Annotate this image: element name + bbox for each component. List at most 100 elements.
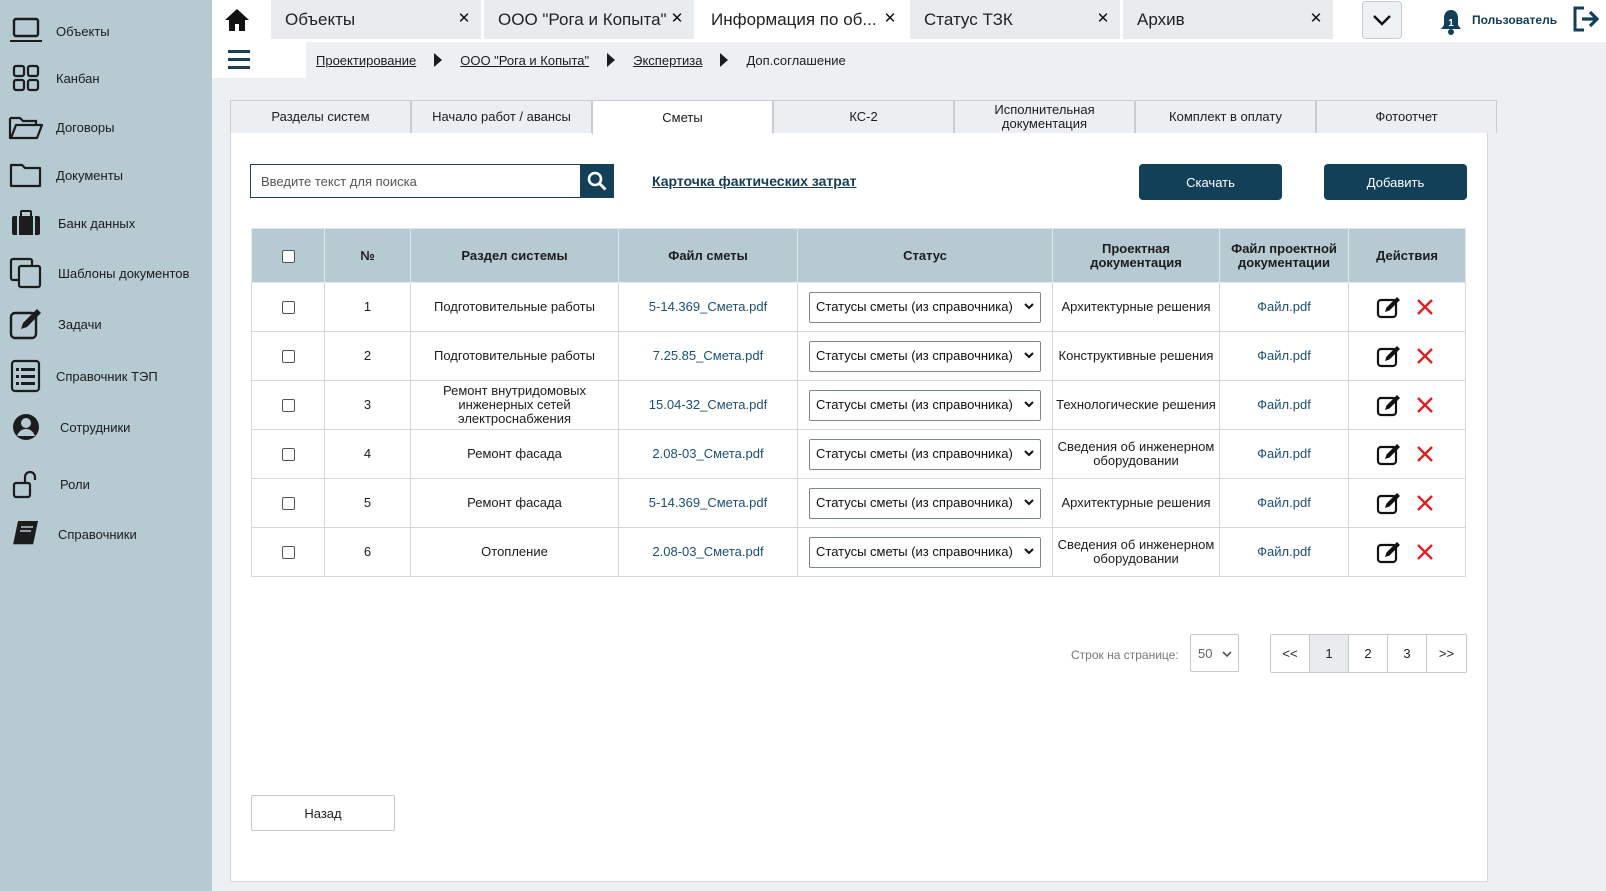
project-file-link[interactable]: Файл.pdf (1257, 544, 1311, 559)
project-file-link[interactable]: Файл.pdf (1257, 299, 1311, 314)
user-menu[interactable]: Пользователь (1472, 13, 1557, 27)
close-icon[interactable]: ✕ (1096, 11, 1110, 27)
logout-icon[interactable] (1572, 6, 1602, 34)
col-header-project-doc[interactable]: Проектная документация (1052, 228, 1220, 283)
edit-icon[interactable] (1376, 294, 1402, 320)
row-checkbox[interactable] (281, 350, 295, 364)
tab-estimates[interactable]: Сметы (592, 100, 773, 134)
close-icon[interactable]: ✕ (457, 11, 471, 27)
row-checkbox[interactable] (281, 399, 295, 413)
add-button[interactable]: Добавить (1324, 164, 1467, 200)
sidebar-item-tep-directory[interactable]: Справочник ТЭП (0, 354, 212, 398)
sidebar-item-contracts[interactable]: Договоры (0, 105, 212, 149)
tabs-dropdown-button[interactable] (1362, 1, 1402, 39)
status-select[interactable]: Статусы сметы (из справочника) (809, 291, 1041, 323)
sidebar-item-kanban[interactable]: Канбан (0, 56, 212, 100)
tab-system-sections[interactable]: Разделы систем (230, 100, 411, 133)
top-tab-archive[interactable]: Архив ✕ (1123, 0, 1333, 39)
breadcrumb-item-company[interactable]: ООО "Рога и Копыта" (460, 53, 589, 68)
home-icon[interactable] (222, 6, 252, 34)
status-select[interactable]: Статусы сметы (из справочника) (809, 487, 1041, 519)
breadcrumb-item-expertise[interactable]: Экспертиза (633, 53, 702, 68)
tab-work-start[interactable]: Начало работ / авансы (411, 100, 592, 133)
delete-icon[interactable] (1412, 294, 1438, 320)
page-button-1[interactable]: 1 (1310, 635, 1349, 672)
breadcrumb-item-design[interactable]: Проектирование (316, 53, 416, 68)
page-button-2[interactable]: 2 (1349, 635, 1388, 672)
top-tab-object-info[interactable]: Информация по об... ✕ (697, 0, 907, 39)
actual-costs-card-link[interactable]: Карточка фактических затрат (652, 173, 856, 189)
table-row: 2 Подготовительные работы 7.25.85_Смета.… (251, 331, 1466, 381)
row-section: Ремонт внутридомовых инженерных сетей эл… (410, 380, 619, 430)
close-icon[interactable]: ✕ (1309, 11, 1323, 27)
bell-icon[interactable]: 1 (1440, 8, 1462, 36)
back-button[interactable]: Назад (251, 795, 395, 831)
delete-icon[interactable] (1412, 490, 1438, 516)
sidebar-item-data-bank[interactable]: Банк данных (0, 201, 212, 245)
download-button[interactable]: Скачать (1139, 164, 1282, 200)
row-num: 3 (324, 380, 411, 430)
project-file-link[interactable]: Файл.pdf (1257, 446, 1311, 461)
col-header-project-file[interactable]: Файл проектной документации (1219, 228, 1349, 283)
edit-icon[interactable] (1376, 441, 1402, 467)
status-select[interactable]: Статусы сметы (из справочника) (809, 340, 1041, 372)
sidebar-item-tasks[interactable]: Задачи (0, 302, 212, 346)
top-tab-tzk-status[interactable]: Статус ТЗК ✕ (910, 0, 1120, 39)
rows-per-page-select[interactable]: 50 (1190, 634, 1239, 672)
estimate-file-link[interactable]: 2.08-03_Смета.pdf (652, 446, 763, 461)
status-select[interactable]: Статусы сметы (из справочника) (809, 438, 1041, 470)
tab-payment-set[interactable]: Комплект в оплату (1135, 100, 1316, 133)
menu-icon[interactable] (228, 50, 250, 74)
status-select[interactable]: Статусы сметы (из справочника) (809, 389, 1041, 421)
edit-icon[interactable] (1376, 343, 1402, 369)
col-header-status[interactable]: Статус (797, 228, 1053, 283)
edit-icon[interactable] (1376, 392, 1402, 418)
estimate-file-link[interactable]: 5-14.369_Смета.pdf (649, 299, 767, 314)
col-header-file[interactable]: Файл сметы (618, 228, 798, 283)
sidebar-item-objects[interactable]: Объекты (0, 9, 212, 53)
tab-ks2[interactable]: КС-2 (773, 100, 954, 133)
close-icon[interactable]: ✕ (883, 11, 897, 27)
search-input[interactable] (251, 165, 581, 197)
sidebar-item-documents[interactable]: Документы (0, 153, 212, 197)
delete-icon[interactable] (1412, 441, 1438, 467)
delete-icon[interactable] (1412, 539, 1438, 565)
chevron-down-icon (1024, 547, 1034, 554)
delete-icon[interactable] (1412, 343, 1438, 369)
search-button[interactable] (580, 165, 613, 197)
row-checkbox[interactable] (281, 301, 295, 315)
sidebar-item-employees[interactable]: Сотрудники (0, 405, 212, 449)
project-file-link[interactable]: Файл.pdf (1257, 348, 1311, 363)
estimate-file-link[interactable]: 7.25.85_Смета.pdf (653, 348, 763, 363)
row-checkbox[interactable] (281, 497, 295, 511)
col-header-section[interactable]: Раздел системы (410, 228, 619, 283)
row-num: 2 (324, 331, 411, 381)
row-checkbox[interactable] (281, 546, 295, 560)
top-tab-objects[interactable]: Объекты ✕ (271, 0, 481, 39)
status-select[interactable]: Статусы сметы (из справочника) (809, 536, 1041, 568)
edit-icon[interactable] (1376, 490, 1402, 516)
select-all-checkbox[interactable] (281, 249, 295, 263)
estimate-file-link[interactable]: 5-14.369_Смета.pdf (649, 495, 767, 510)
row-checkbox[interactable] (281, 448, 295, 462)
delete-icon[interactable] (1412, 392, 1438, 418)
top-tab-company[interactable]: ООО "Рога и Копыта" ✕ (484, 0, 694, 39)
page-first-button[interactable]: << (1271, 635, 1310, 672)
page-last-button[interactable]: >> (1427, 635, 1466, 672)
close-icon[interactable]: ✕ (670, 11, 684, 27)
estimate-file-link[interactable]: 2.08-03_Смета.pdf (652, 544, 763, 559)
row-section: Подготовительные работы (410, 331, 619, 381)
sidebar-item-directories[interactable]: Справочники (0, 512, 212, 556)
sidebar-item-templates[interactable]: Шаблоны документов (0, 251, 212, 295)
project-file-link[interactable]: Файл.pdf (1257, 397, 1311, 412)
edit-icon[interactable] (1376, 539, 1402, 565)
tab-executive-docs[interactable]: Исполнительная документация (954, 100, 1135, 133)
chevron-down-icon (1024, 302, 1034, 309)
chevron-down-icon (1024, 449, 1034, 456)
estimate-file-link[interactable]: 15.04-32_Смета.pdf (649, 397, 767, 412)
col-header-num[interactable]: № (324, 228, 411, 283)
tab-photo-report[interactable]: Фотоотчет (1316, 100, 1497, 133)
page-button-3[interactable]: 3 (1388, 635, 1427, 672)
project-file-link[interactable]: Файл.pdf (1257, 495, 1311, 510)
sidebar-item-roles[interactable]: Роли (0, 464, 212, 504)
